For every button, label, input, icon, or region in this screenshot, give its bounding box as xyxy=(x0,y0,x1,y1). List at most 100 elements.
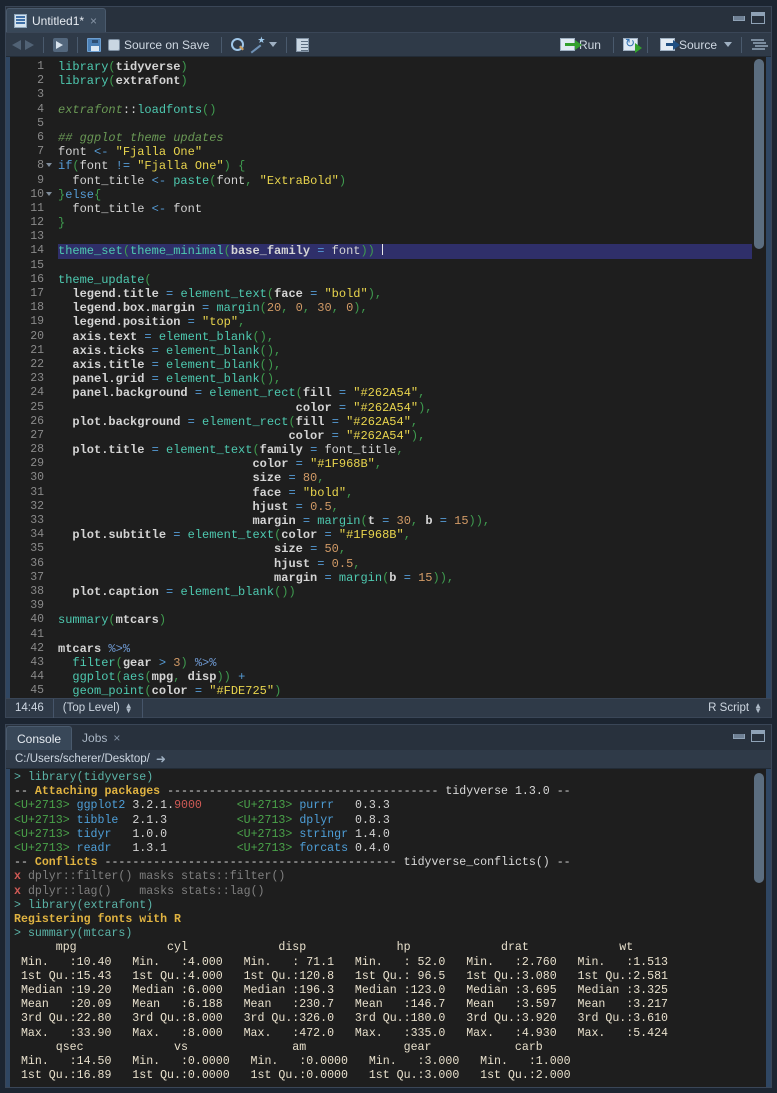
editor-scrollbar[interactable] xyxy=(752,57,766,698)
console-minimize-icon[interactable] xyxy=(733,733,745,739)
source-chevron-down-icon[interactable] xyxy=(724,42,732,47)
code-line[interactable] xyxy=(58,628,752,642)
code-line[interactable]: }else{ xyxy=(58,188,752,202)
new-document-icon[interactable] xyxy=(53,37,68,52)
code-line[interactable] xyxy=(58,230,752,244)
line-number: 36 xyxy=(30,556,44,570)
line-number: 9 xyxy=(37,173,44,187)
popout-arrow-icon[interactable]: ➜ xyxy=(156,752,166,766)
code-line[interactable]: axis.text = element_blank(), xyxy=(58,330,752,344)
code-line[interactable] xyxy=(58,88,752,102)
code-editor[interactable]: 1 2 3 4 5 6 7 8 9 10 11 12 13 14 15 16 17 18 19 20 21 22 23 24 2… xyxy=(6,57,771,698)
file-type-selector[interactable]: R Script ▲ ▼ xyxy=(699,699,771,718)
scope-stepper-icon[interactable]: ▲ ▼ xyxy=(125,702,133,715)
code-line[interactable]: face = "bold", xyxy=(58,486,752,500)
code-tools-icon[interactable] xyxy=(249,35,265,52)
line-number: 7 xyxy=(37,145,44,159)
scope-selector[interactable]: (Top Level) ▲ ▼ xyxy=(54,698,143,718)
code-line[interactable]: font_title <- font xyxy=(58,202,752,216)
code-line[interactable]: summary(mtcars) xyxy=(58,613,752,627)
code-line[interactable]: mtcars %>% xyxy=(58,642,752,656)
code-line[interactable]: color = "#262A54"), xyxy=(58,429,752,443)
editor-tab-untitled1[interactable]: Untitled1* × xyxy=(6,8,107,32)
code-line[interactable] xyxy=(58,259,752,273)
fold-triangle-icon[interactable] xyxy=(46,191,52,196)
editor-scrollbar-thumb[interactable] xyxy=(754,59,764,249)
rerun-icon[interactable] xyxy=(622,36,642,53)
working-directory-path[interactable]: C:/Users/scherer/Desktop/ xyxy=(15,753,150,765)
console-line: Max. :33.90 Max. :8.000 Max. :472.0 Max.… xyxy=(14,1026,682,1040)
code-line[interactable]: plot.background = element_rect(fill = "#… xyxy=(58,415,752,429)
code-line[interactable]: ## ggplot theme updates xyxy=(58,131,752,145)
code-line[interactable]: panel.grid = element_blank(), xyxy=(58,372,752,386)
compile-report-icon[interactable] xyxy=(296,37,310,52)
code-line[interactable]: margin = margin(b = 15)), xyxy=(58,571,752,585)
source-button[interactable]: Source xyxy=(657,37,720,53)
code-line[interactable]: extrafont::loadfonts() xyxy=(58,103,752,117)
code-line[interactable]: legend.box.margin = margin(20, 0, 30, 0)… xyxy=(58,301,752,315)
code-line[interactable]: panel.background = element_rect(fill = "… xyxy=(58,386,752,400)
code-line[interactable]: ggplot(aes(mpg, disp)) + xyxy=(58,670,752,684)
code-line[interactable]: legend.title = element_text(face = "bold… xyxy=(58,287,752,301)
tab-console[interactable]: Console xyxy=(6,726,73,750)
source-on-save-toggle[interactable]: Source on Save xyxy=(105,37,212,53)
console-scrollbar[interactable] xyxy=(752,769,766,1087)
line-number: 34 xyxy=(30,528,44,542)
code-line[interactable]: theme_set(theme_minimal(base_family = fo… xyxy=(58,244,752,259)
code-line[interactable]: hjust = 0.5, xyxy=(58,557,752,571)
code-line[interactable]: color = "#262A54"), xyxy=(58,401,752,415)
console-maximize-icon[interactable] xyxy=(751,730,765,742)
code-line[interactable]: font <- "Fjalla One" xyxy=(58,145,752,159)
toolbar-divider-7 xyxy=(741,36,742,53)
code-line[interactable]: library(tidyverse) xyxy=(58,60,752,74)
console-output-area[interactable]: > library(tidyverse) -- Attaching package… xyxy=(6,769,771,1087)
code-line[interactable]: axis.ticks = element_blank(), xyxy=(58,344,752,358)
code-content[interactable]: library(tidyverse) library(extrafont) ext… xyxy=(50,57,752,698)
tab-jobs[interactable]: Jobs × xyxy=(72,726,131,750)
code-line[interactable]: geom_point(color = "#FDE725") xyxy=(58,684,752,698)
code-line[interactable]: if(font != "Fjalla One") { xyxy=(58,159,752,173)
save-icon[interactable] xyxy=(87,37,101,52)
run-button[interactable]: Run xyxy=(557,37,604,53)
code-line[interactable] xyxy=(58,117,752,131)
line-number: 33 xyxy=(30,514,44,527)
code-line[interactable]: size = 80, xyxy=(58,471,752,485)
document-outline-icon[interactable] xyxy=(751,38,765,51)
code-line[interactable]: color = "#1F968B", xyxy=(58,457,752,471)
code-line[interactable]: theme_update( xyxy=(58,273,752,287)
run-label: Run xyxy=(578,37,601,52)
code-line[interactable] xyxy=(58,599,752,613)
minimize-icon[interactable] xyxy=(733,15,745,21)
code-line[interactable]: margin = margin(t = 30, b = 15)), xyxy=(58,514,752,528)
forward-arrow-icon[interactable] xyxy=(25,39,34,50)
editor-status-bar: 14:46 (Top Level) ▲ ▼ R Script ▲ ▼ xyxy=(6,698,771,718)
code-line[interactable]: } xyxy=(58,216,752,230)
code-line[interactable]: filter(gear > 3) %>% xyxy=(58,656,752,670)
file-type-stepper-icon[interactable]: ▲ ▼ xyxy=(754,702,762,715)
code-line[interactable]: plot.caption = element_blank()) xyxy=(58,585,752,599)
code-line[interactable]: font_title <- paste(font, "ExtraBold") xyxy=(58,174,752,188)
back-arrow-icon[interactable] xyxy=(12,39,21,50)
line-number: 25 xyxy=(30,400,44,414)
code-line[interactable]: hjust = 0.5, xyxy=(58,500,752,514)
code-line[interactable]: size = 50, xyxy=(58,542,752,556)
source-pane: Untitled1* × Source on Save ★ Run ↻ Sour… xyxy=(5,6,772,718)
scope-label: (Top Level) xyxy=(62,702,120,714)
tab-jobs-close-icon[interactable]: × xyxy=(112,732,121,744)
code-line[interactable]: library(extrafont) xyxy=(58,74,752,88)
code-line[interactable]: plot.subtitle = element_text(color = "#1… xyxy=(58,528,752,542)
checkbox-icon[interactable] xyxy=(108,38,120,51)
code-line[interactable]: plot.title = element_text(family = font_… xyxy=(58,443,752,457)
chevron-down-icon[interactable] xyxy=(269,42,278,47)
code-line[interactable]: axis.title = element_blank(), xyxy=(58,358,752,372)
close-icon[interactable]: × xyxy=(89,15,98,27)
line-number: 10 xyxy=(10,188,52,202)
fold-triangle-icon[interactable] xyxy=(46,163,52,168)
maximize-icon[interactable] xyxy=(751,12,765,24)
line-number: 1 xyxy=(37,60,44,73)
code-line[interactable]: legend.position = "top", xyxy=(58,315,752,329)
console-scrollbar-thumb[interactable] xyxy=(754,773,764,883)
search-icon[interactable] xyxy=(231,37,245,52)
line-number: 19 xyxy=(30,315,44,329)
console-output-text[interactable]: > library(tidyverse) -- Attaching package… xyxy=(10,769,752,1087)
